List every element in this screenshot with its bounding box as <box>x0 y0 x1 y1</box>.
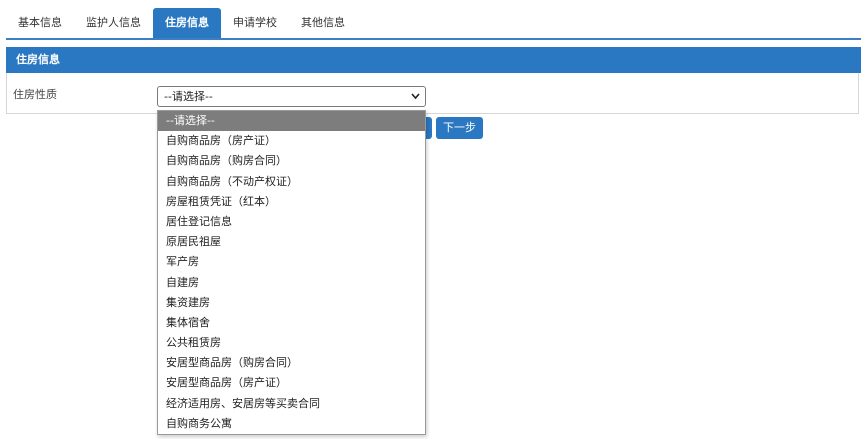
tab-guardian-info[interactable]: 监护人信息 <box>74 8 153 38</box>
tab-bar: 基本信息 监护人信息 住房信息 申请学校 其他信息 <box>6 8 861 40</box>
dropdown-option[interactable]: 原居民祖屋 <box>158 232 425 252</box>
dropdown-option[interactable]: 集体宿舍 <box>158 313 425 333</box>
dropdown-option[interactable]: 军产房 <box>158 252 425 272</box>
dropdown-option[interactable]: 自购商品房（购房合同） <box>158 151 425 171</box>
dropdown-option[interactable]: 自购商品房（不动产权证） <box>158 172 425 192</box>
dropdown-option[interactable]: 自购商务公寓 <box>158 414 425 434</box>
housing-type-select[interactable]: --请选择-- <box>157 86 426 107</box>
dropdown-option[interactable]: 自建房 <box>158 273 425 293</box>
tab-housing-info[interactable]: 住房信息 <box>153 8 221 38</box>
dropdown-option[interactable]: 经济适用房、安居房等买卖合同 <box>158 394 425 414</box>
next-button[interactable]: 下一步 <box>436 117 483 139</box>
dropdown-option[interactable]: 房屋租赁凭证（红本） <box>158 192 425 212</box>
housing-type-select-value: --请选择-- <box>164 90 213 103</box>
housing-type-label: 住房性质 <box>13 88 57 101</box>
dropdown-option[interactable]: 自购商品房（房产证） <box>158 131 425 151</box>
tab-basic-info[interactable]: 基本信息 <box>6 8 74 38</box>
dropdown-option[interactable]: 居住登记信息 <box>158 212 425 232</box>
housing-type-dropdown: --请选择-- 自购商品房（房产证） 自购商品房（购房合同） 自购商品房（不动产… <box>157 110 426 435</box>
dropdown-option[interactable]: 安居型商品房（房产证） <box>158 373 425 393</box>
tab-apply-school[interactable]: 申请学校 <box>221 8 289 38</box>
panel-title: 住房信息 <box>6 47 861 73</box>
dropdown-option[interactable]: 安居型商品房（购房合同） <box>158 353 425 373</box>
dropdown-option[interactable]: --请选择-- <box>158 111 425 132</box>
tab-other-info[interactable]: 其他信息 <box>289 8 357 38</box>
dropdown-option[interactable]: 公共租赁房 <box>158 333 425 353</box>
dropdown-option[interactable]: 集资建房 <box>158 293 425 313</box>
